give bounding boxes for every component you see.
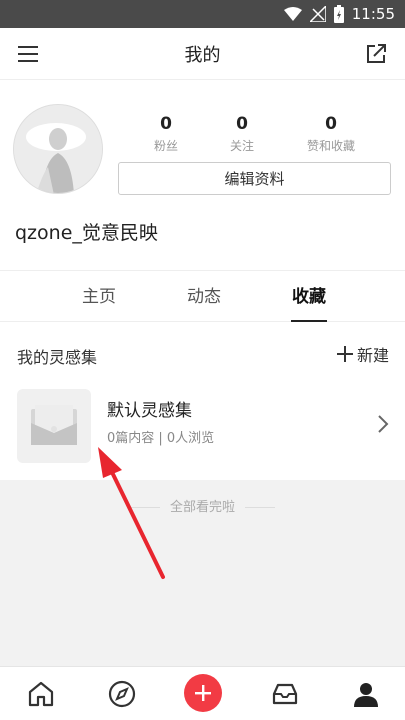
collection-meta: 0篇内容 | 0人浏览 (107, 431, 215, 446)
tab-home[interactable]: 主页 (59, 271, 139, 323)
avatar[interactable] (13, 104, 103, 194)
nav-messages[interactable] (268, 677, 302, 711)
menu-icon[interactable] (16, 42, 42, 66)
following-count: 0 (236, 114, 248, 134)
folder-icon (31, 405, 77, 445)
collection-item[interactable]: 默认灵感集 0篇内容 | 0人浏览 (0, 384, 405, 474)
collection-thumbnail (17, 389, 91, 463)
clock: 11:55 (351, 5, 395, 23)
bottom-nav (0, 666, 405, 720)
page-title: 我的 (184, 44, 221, 66)
battery-charging-icon (333, 5, 344, 23)
inbox-icon (272, 683, 298, 705)
inspiration-section: 我的灵感集 新建 默认灵感集 0篇内容 | 0人浏览 (0, 322, 405, 480)
status-bar: 11:55 (0, 0, 405, 28)
chevron-right-icon (378, 415, 389, 433)
tab-collections[interactable]: 收藏 (269, 271, 349, 323)
new-collection-label: 新建 (356, 346, 389, 365)
add-icon (195, 685, 211, 701)
home-icon (28, 681, 54, 707)
username: qzone_觉意民映 (15, 222, 158, 244)
wifi-icon (283, 7, 302, 21)
profile-tabs: 主页 动态 收藏 (0, 270, 405, 323)
end-note-text: 全部看完啦 (169, 500, 235, 515)
avatar-image (14, 105, 102, 193)
plus-icon (336, 346, 353, 362)
profile-icon (354, 683, 378, 707)
end-of-list-note: 全部看完啦 (0, 496, 405, 515)
compass-icon (108, 680, 136, 708)
profile-section: 0 粉丝 0 关注 0 赞和收藏 编辑资料 qzone_觉意民映 (0, 80, 405, 270)
section-title: 我的灵感集 (17, 348, 98, 367)
following-label: 关注 (229, 139, 254, 153)
likes-label: 赞和收藏 (306, 139, 355, 153)
nav-discover[interactable] (105, 677, 139, 711)
stat-likes[interactable]: 0 赞和收藏 (291, 114, 371, 154)
new-collection-button[interactable]: 新建 (336, 342, 389, 366)
edit-profile-button[interactable]: 编辑资料 (118, 162, 391, 195)
share-icon[interactable] (363, 41, 389, 67)
nav-home[interactable] (24, 677, 58, 711)
no-signal-icon (309, 6, 326, 22)
likes-count: 0 (325, 114, 337, 134)
nav-add-button[interactable] (184, 674, 222, 712)
collection-name: 默认灵感集 (107, 401, 192, 421)
tab-activity[interactable]: 动态 (164, 271, 244, 323)
nav-me[interactable] (349, 677, 383, 711)
top-header: 我的 (0, 28, 405, 80)
followers-count: 0 (160, 114, 172, 134)
followers-label: 粉丝 (153, 139, 178, 153)
stat-followers[interactable]: 0 粉丝 (126, 114, 206, 154)
stat-following[interactable]: 0 关注 (202, 114, 282, 154)
